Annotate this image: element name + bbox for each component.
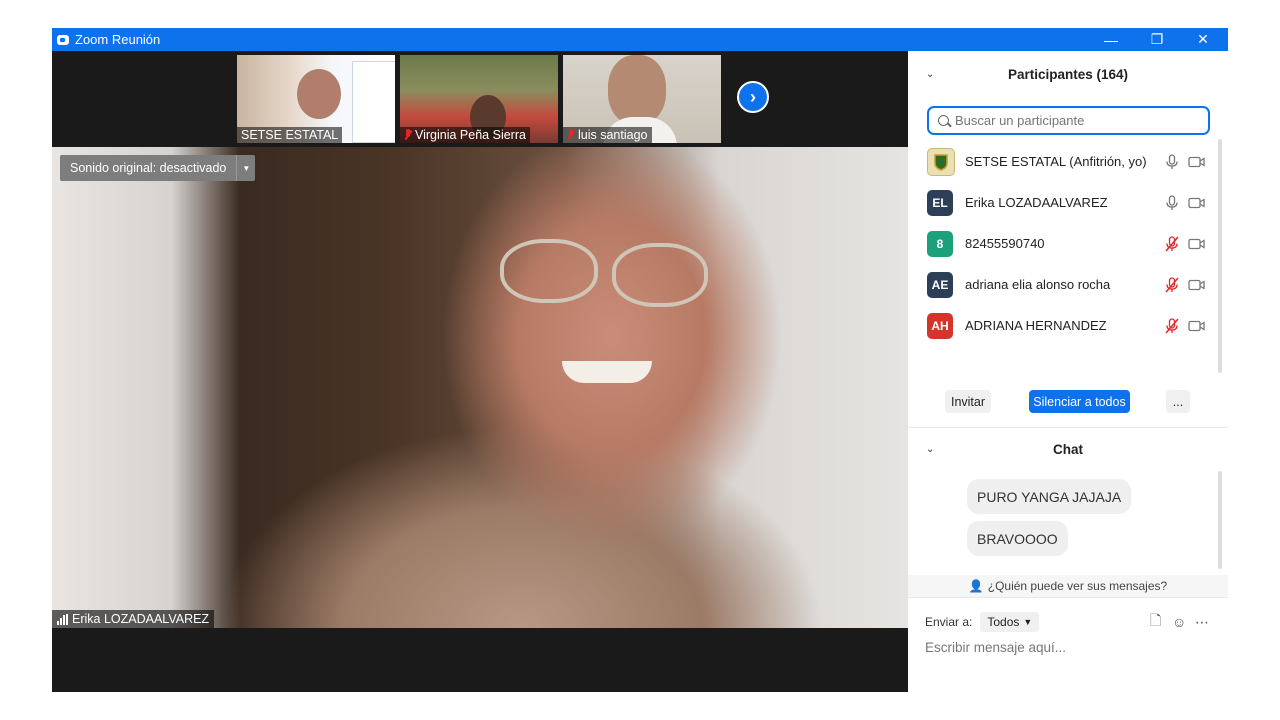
video-camera-icon[interactable] (1188, 156, 1205, 168)
participant-row[interactable]: EL Erika LOZADAALVAREZ (908, 182, 1213, 223)
side-panel: ⌄ Participantes (164) SETSE ESTATAL (Anf… (908, 51, 1228, 692)
main-video: Sonido original: desactivado ▼ Erika LOZ… (52, 147, 908, 628)
next-page-button[interactable]: › (737, 81, 769, 113)
people-lock-icon: 👤 (968, 579, 984, 593)
invite-button[interactable]: Invitar (945, 390, 991, 413)
avatar: AH (927, 312, 953, 339)
chat-scrollbar[interactable] (1218, 471, 1222, 569)
who-can-see-link[interactable]: 👤 ¿Quién puede ver sus mensajes? (908, 575, 1228, 597)
close-icon[interactable]: ✕ (1180, 28, 1226, 51)
more-icon[interactable]: ⋯ (1195, 614, 1209, 631)
avatar: AE (927, 271, 953, 298)
chat-header: ⌄ Chat (926, 441, 1083, 457)
restore-icon[interactable]: ❐ (1134, 28, 1180, 51)
mute-all-button[interactable]: Silenciar a todos (1029, 390, 1130, 413)
dropdown-icon[interactable]: ▼ (236, 155, 255, 181)
recipient-dropdown[interactable]: Todos ▼ (980, 612, 1040, 632)
muted-mic-icon[interactable] (1165, 317, 1179, 334)
thumbnail-label: Virginia Peña Sierra (400, 127, 530, 143)
thumbnail-label: SETSE ESTATAL (237, 127, 343, 143)
send-to-label: Enviar a: (925, 615, 973, 629)
microphone-icon[interactable] (1165, 153, 1179, 170)
thumbnail-virginia[interactable]: Virginia Peña Sierra (399, 54, 559, 144)
participant-row[interactable]: SETSE ESTATAL (Anfitrión, yo) (908, 141, 1213, 182)
shield-icon (934, 153, 948, 171)
emoji-icon[interactable]: ☺ (1172, 614, 1186, 630)
participant-search[interactable] (927, 106, 1210, 135)
window-title: Zoom Reunión (75, 32, 161, 47)
chevron-down-icon: ▼ (1023, 617, 1033, 627)
participant-row[interactable]: AH ADRIANA HERNANDEZ (908, 305, 1213, 346)
muted-mic-icon (404, 129, 412, 141)
participants-header: ⌄ Participantes (164) (926, 66, 1129, 82)
chat-message: PURO YANGA JAJAJA (967, 479, 1132, 514)
chat-message-input[interactable]: Escribir mensaje aquí... (925, 640, 1205, 655)
chevron-down-icon[interactable]: ⌄ (926, 444, 934, 455)
signal-icon (57, 613, 68, 625)
video-camera-icon[interactable] (1188, 279, 1205, 291)
microphone-icon[interactable] (1165, 194, 1179, 211)
avatar: 8 (927, 230, 953, 257)
send-to-row: Enviar a: Todos ▼ 🗋 ☺ ⋯ (925, 611, 1215, 633)
glasses-left (500, 239, 598, 303)
participant-actions: Invitar Silenciar a todos ... (908, 390, 1228, 414)
muted-mic-icon[interactable] (1165, 235, 1179, 252)
file-icon[interactable]: 🗋 (1150, 610, 1161, 634)
chat-message: BRAVOOOO (967, 521, 1068, 556)
avatar (927, 147, 955, 176)
smile (562, 361, 652, 383)
zoom-logo-icon (57, 34, 69, 45)
thumbnail-luis[interactable]: luis santiago (562, 54, 722, 144)
video-camera-icon[interactable] (1188, 197, 1205, 209)
minimize-icon[interactable]: — (1088, 28, 1134, 51)
avatar: EL (927, 189, 953, 216)
participant-row[interactable]: AE adriana elia alonso rocha (908, 264, 1213, 305)
participant-search-input[interactable] (955, 113, 1195, 128)
more-options-button[interactable]: ... (1166, 390, 1190, 413)
zoom-window: Zoom Reunión — ❐ ✕ SETSE ESTATAL Virgini… (52, 28, 1228, 692)
search-icon (938, 115, 949, 126)
title-bar: Zoom Reunión — ❐ ✕ (52, 28, 1228, 51)
glasses-right (612, 243, 708, 307)
video-camera-icon[interactable] (1188, 320, 1205, 332)
divider (908, 597, 1228, 598)
muted-mic-icon[interactable] (1165, 276, 1179, 293)
speaker-name-tag: Erika LOZADAALVAREZ (52, 610, 215, 628)
video-area: SETSE ESTATAL Virginia Peña Sierra luis … (52, 51, 908, 692)
thumbnail-label: luis santiago (563, 127, 652, 143)
thumbnail-setse[interactable]: SETSE ESTATAL (236, 54, 396, 144)
muted-mic-icon (567, 129, 575, 141)
video-camera-icon[interactable] (1188, 238, 1205, 250)
participants-scrollbar[interactable] (1218, 139, 1222, 373)
thumbnail-strip: SETSE ESTATAL Virginia Peña Sierra luis … (52, 51, 908, 147)
participant-row[interactable]: 8 82455590740 (908, 223, 1213, 264)
chevron-down-icon[interactable]: ⌄ (926, 69, 934, 80)
chevron-right-icon: › (750, 86, 756, 107)
original-sound-toggle[interactable]: Sonido original: desactivado ▼ (60, 155, 256, 181)
divider (908, 427, 1228, 428)
